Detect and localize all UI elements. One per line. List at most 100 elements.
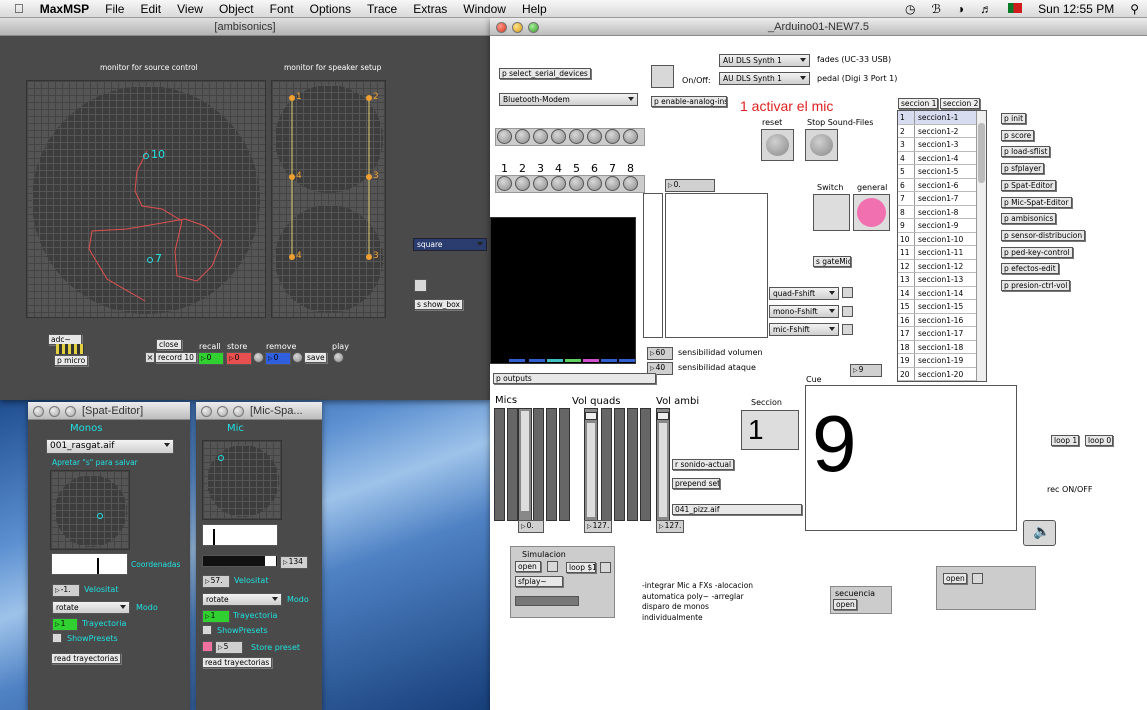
micspat-showpresets-toggle[interactable] bbox=[202, 625, 212, 635]
enable-analog-toggle[interactable] bbox=[651, 65, 674, 88]
micspat-point[interactable] bbox=[218, 455, 224, 461]
subpatch-object[interactable]: p Spat-Editor bbox=[1001, 179, 1057, 191]
spat-showpresets-toggle[interactable] bbox=[52, 633, 62, 643]
seccion-item[interactable]: 19 seccion1-19 bbox=[898, 354, 986, 368]
arduino-close-icon[interactable] bbox=[496, 22, 507, 33]
source-point-7[interactable] bbox=[147, 257, 153, 263]
bang-r1-8[interactable] bbox=[623, 129, 638, 144]
speaker-dot-2[interactable] bbox=[366, 95, 372, 101]
seccion-item[interactable]: 9 seccion1-9 bbox=[898, 219, 986, 233]
bang-r2-1[interactable] bbox=[497, 176, 512, 191]
quad-fader-2[interactable] bbox=[601, 408, 612, 521]
seccion-item[interactable]: 4 seccion1-4 bbox=[898, 151, 986, 165]
subpatch-object[interactable]: p efectos-edit bbox=[1001, 263, 1059, 275]
seccion-item[interactable]: 20 seccion1-20 bbox=[898, 367, 986, 381]
bang-r1-7[interactable] bbox=[605, 129, 620, 144]
micspat-zoom-icon[interactable] bbox=[233, 406, 244, 417]
subpatch-object[interactable]: p ped-key-control bbox=[1001, 246, 1073, 258]
source-point-10[interactable] bbox=[143, 153, 149, 159]
quad-fader-5[interactable] bbox=[640, 408, 651, 521]
mic-fader-main[interactable] bbox=[518, 408, 532, 521]
arduino-titlebar[interactable]: _Arduino01-NEW7.5 bbox=[490, 18, 1147, 36]
seccion-list-scrollbar[interactable] bbox=[976, 111, 986, 381]
bang-r1-3[interactable] bbox=[533, 129, 548, 144]
menu-object[interactable]: Object bbox=[211, 2, 262, 16]
spat-mode-dropdown[interactable]: rotate bbox=[52, 601, 130, 614]
menu-edit[interactable]: Edit bbox=[132, 2, 169, 16]
show-box-object[interactable]: s show_box bbox=[414, 299, 463, 310]
remove-bang[interactable] bbox=[292, 352, 303, 363]
subpatch-object[interactable]: p load-sflist bbox=[1001, 146, 1051, 158]
loop1-message[interactable]: loop 1 bbox=[1051, 435, 1079, 446]
seccion-item[interactable]: 14 seccion1-14 bbox=[898, 286, 986, 300]
menu-view[interactable]: View bbox=[169, 2, 211, 16]
micspat-monitor[interactable] bbox=[202, 440, 282, 520]
subpatch-object[interactable]: p ambisonics bbox=[1001, 213, 1057, 225]
spat-monitor[interactable] bbox=[50, 470, 130, 550]
micspat-level-slider[interactable] bbox=[202, 555, 278, 567]
ambisonics-titlebar[interactable]: [ambisonics] bbox=[0, 18, 490, 36]
shape-dropdown[interactable]: square bbox=[413, 238, 487, 251]
seccion-item[interactable]: 11 seccion1-11 bbox=[898, 246, 986, 260]
seccion-item[interactable]: 2 seccion1-2 bbox=[898, 124, 986, 138]
micspat-level-number[interactable]: 134 bbox=[280, 556, 308, 569]
volume-icon[interactable]: ♬ bbox=[972, 2, 1000, 16]
spat-coord-slider[interactable] bbox=[51, 553, 128, 575]
sim-progress-bar[interactable] bbox=[515, 596, 579, 606]
micspat-read-message[interactable]: read trayectorias bbox=[202, 657, 272, 668]
micspat-close-icon[interactable] bbox=[201, 406, 212, 417]
play-bang[interactable] bbox=[333, 352, 344, 363]
quad-toggle[interactable] bbox=[842, 287, 853, 298]
spat-close-icon[interactable] bbox=[33, 406, 44, 417]
speaker-monitor[interactable]: 1 2 4 3 4 3 bbox=[271, 80, 386, 318]
menu-help[interactable]: Help bbox=[514, 2, 555, 16]
micro-object[interactable]: p micro bbox=[54, 355, 88, 366]
general-button[interactable] bbox=[853, 194, 890, 231]
small-number[interactable]: 9 bbox=[850, 364, 882, 377]
bang-r2-8[interactable] bbox=[623, 176, 638, 191]
seccion-list[interactable]: 1 seccion1-1 2 seccion1-2 3 seccion1-3 4 seccio… bbox=[897, 110, 987, 382]
spat-read-message[interactable]: read trayectorias bbox=[51, 653, 121, 664]
record-message[interactable]: record 10 bbox=[155, 352, 197, 363]
synth-dropdown-1[interactable]: AU DLS Synth 1 bbox=[719, 54, 810, 67]
speaker-dot-4a[interactable] bbox=[289, 174, 295, 180]
source-monitor[interactable]: 10 7 bbox=[26, 80, 266, 318]
mic-toggle[interactable] bbox=[842, 324, 853, 335]
speaker-button[interactable]: 🔈 bbox=[1023, 520, 1056, 546]
menu-font[interactable]: Font bbox=[262, 2, 302, 16]
spat-file-dropdown[interactable]: 001_rasgat.aif bbox=[46, 439, 174, 454]
menu-options[interactable]: Options bbox=[302, 2, 359, 16]
bang-r1-6[interactable] bbox=[587, 129, 602, 144]
micspat-slider[interactable] bbox=[202, 524, 278, 546]
recall-number[interactable]: 0 bbox=[198, 352, 224, 365]
graph-area[interactable] bbox=[665, 193, 768, 338]
bang-r1-1[interactable] bbox=[497, 129, 512, 144]
seccion-item[interactable]: 16 seccion1-16 bbox=[898, 313, 986, 327]
level-meter[interactable] bbox=[643, 193, 663, 338]
seccion-item[interactable]: 6 seccion1-6 bbox=[898, 178, 986, 192]
mic-fader-4[interactable] bbox=[533, 408, 544, 521]
spat-point[interactable] bbox=[97, 513, 103, 519]
sim-open-message[interactable]: open bbox=[515, 561, 541, 572]
menu-file[interactable]: File bbox=[97, 2, 132, 16]
seccion-item[interactable]: 18 seccion1-18 bbox=[898, 340, 986, 354]
stop-button[interactable] bbox=[805, 129, 838, 161]
bang-r2-7[interactable] bbox=[605, 176, 620, 191]
speaker-dot-1[interactable] bbox=[289, 95, 295, 101]
wifi-icon[interactable]: ◑ bbox=[949, 2, 972, 16]
flag-icon[interactable] bbox=[1000, 2, 1030, 16]
secuencia-open-message[interactable]: open bbox=[833, 599, 857, 610]
mono-toggle[interactable] bbox=[842, 306, 853, 317]
speaker-dot-3a[interactable] bbox=[366, 174, 372, 180]
micspat-minimize-icon[interactable] bbox=[217, 406, 228, 417]
seccion-item[interactable]: 15 seccion1-15 bbox=[898, 300, 986, 314]
spat-trajectory-number[interactable]: 1 bbox=[52, 618, 78, 631]
bang-r2-2[interactable] bbox=[515, 176, 530, 191]
micspat-trajectory-number[interactable]: 1 bbox=[202, 610, 230, 623]
mic-fader-5[interactable] bbox=[546, 408, 557, 521]
mic-fader-6[interactable] bbox=[559, 408, 570, 521]
sonido-actual-object[interactable]: r sonido-actual bbox=[672, 459, 734, 470]
mic-fader-number[interactable]: 0. bbox=[518, 520, 544, 533]
bluetooth-icon[interactable]: ℬ bbox=[923, 2, 948, 16]
sim-loop-toggle[interactable] bbox=[600, 562, 611, 573]
